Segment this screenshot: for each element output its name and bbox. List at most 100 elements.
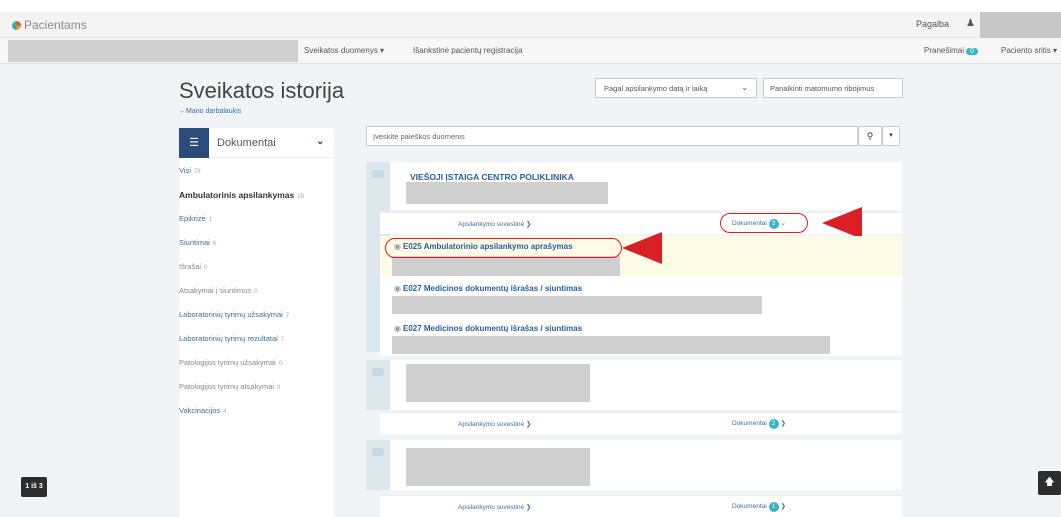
app-name: Pacientams (24, 18, 87, 32)
page-title: Sveikatos istorija (179, 78, 345, 103)
sidebar-item-extracts[interactable]: Išrašai 0 (179, 262, 207, 271)
chevron-down-icon: ⌄ (741, 83, 748, 92)
annotation-ellipse (385, 238, 622, 258)
search-input[interactable]: Įveskite paieškos duomenis (366, 126, 858, 146)
nav-redacted-area (8, 40, 298, 62)
top-bar: Pacientams Pagalba ♟ (0, 12, 1061, 38)
sidebar-item-lab-orders[interactable]: Laboratorinių tyrimų užsakymai 7 (179, 310, 289, 319)
documents-label: Dokumentai (732, 420, 767, 427)
sidebar-item-label: Laboratorinių tyrimų užsakymai (179, 310, 283, 319)
sidebar-item-all[interactable]: Visi 78 (179, 166, 201, 175)
eye-icon: ◉ (394, 284, 401, 293)
document-title-text: E027 Medicinos dokumentų išrašas / siunt… (402, 324, 583, 333)
arrow-up-icon[interactable]: 🡅 (1038, 471, 1061, 495)
sidebar-item-label: Atsakymai į siuntimus (179, 286, 252, 295)
main-nav: Sveikatos duomenys ▾ Išankstinė pacientų… (0, 38, 1061, 64)
annotation-ellipse (720, 213, 808, 233)
visit-organization: VIEŠOJI ĮSTAIGA CENTRO POLIKLINIKA (410, 172, 574, 182)
annotation-arrow (822, 207, 862, 239)
user-icon[interactable]: ♟ (966, 18, 975, 29)
document-title-text: E027 Medicinos dokumentų išrašas / siunt… (402, 284, 583, 293)
sidebar-item-label: Epikrizė (179, 214, 206, 223)
documents-label: Dokumentai (732, 503, 767, 510)
visit-date-strip (366, 440, 390, 490)
redacted-block (392, 296, 762, 314)
sidebar-item-label: Patologijos tyrimų užsakymai (179, 358, 276, 367)
sidebar-item-count: 7 (285, 313, 290, 319)
redacted-block (406, 364, 590, 402)
sidebar-item-count: 7 (280, 337, 285, 343)
nav-health-data[interactable]: Sveikatos duomenys ▾ (304, 46, 384, 55)
sidebar-title: Dokumentai (217, 137, 276, 149)
sidebar-item-replies[interactable]: Atsakymai į siuntimus 0 (179, 286, 257, 295)
sidebar-item-label: Visi (179, 166, 191, 175)
sidebar-item-count: 0 (204, 265, 208, 271)
help-link[interactable]: Pagalba (916, 19, 949, 29)
sidebar-item-label: Laboratorinių tyrimų rezultatai (179, 334, 278, 343)
sidebar-item-label: Siuntimai (179, 238, 210, 247)
sidebar-item-label: Ambulatorinis apsilankymas (179, 190, 295, 200)
sidebar-item-count: 0 (278, 361, 283, 367)
sidebar-item-label: Vakcinacijos (179, 406, 221, 415)
user-name-redacted (980, 12, 1061, 38)
reset-visibility-button[interactable]: Panaikinti matomumo ribojimus (763, 78, 903, 98)
sidebar-item-count: 0 (277, 385, 281, 391)
search-options-dropdown[interactable]: ▾ (882, 126, 900, 146)
visit-card-header (390, 440, 902, 490)
annotation-arrow (622, 232, 662, 264)
messages-badge: 0 (966, 48, 978, 55)
sidebar-item-pathology-orders[interactable]: Patologijos tyrimų užsakymai 0 (179, 358, 282, 367)
sidebar-item-epicrisis[interactable]: Epikrizė 1 (179, 214, 212, 223)
document-row[interactable]: ◉ E027 Medicinos dokumentų išrašas / siun… (380, 316, 902, 356)
sidebar-header[interactable]: ☰ Dokumentai ⌄ (179, 128, 334, 158)
redacted-block (406, 182, 608, 204)
visit-documents-toggle[interactable]: Dokumentai 1 ❯ (732, 502, 786, 512)
visit-summary-link[interactable]: Apsilankymo suvestinė ❯ (458, 220, 531, 228)
sidebar-item-label: Išrašai (179, 262, 202, 271)
main-content: Sveikatos istorija ←Mano darbalaukis Pag… (0, 64, 1061, 517)
sort-select[interactable]: Pagal apsilankymo datą ir laiką ⌄ (595, 78, 757, 98)
redacted-block (406, 448, 590, 486)
eye-icon: ◉ (394, 324, 401, 333)
sidebar-item-count: 6 (212, 241, 217, 247)
chevron-down-icon[interactable]: ⌄ (316, 136, 324, 147)
logo-icon (12, 21, 21, 30)
sidebar-item-label: Patologijos tyrimų atsakymai (179, 382, 275, 391)
search-icon[interactable]: ⚲ (858, 126, 882, 146)
visit-summary-link[interactable]: Apsilankymo suvestinė ❯ (458, 420, 531, 428)
page-indicator: 1 iš 3 (21, 477, 47, 497)
visit-summary-link[interactable]: Apsilankymo suvestinė ❯ (458, 503, 531, 511)
sidebar-item-vaccinations[interactable]: Vakcinacijos 4 (179, 406, 226, 415)
visit-documents-toggle[interactable]: Dokumentai 2 ❯ (732, 419, 786, 429)
visit-card-footer: Apsilankymo suvestinė ❯ Dokumentai 2 ❯ (380, 412, 902, 434)
chevron-right-icon: ❯ (780, 503, 786, 510)
list-icon: ☰ (179, 128, 209, 158)
visit-date-strip (366, 360, 390, 410)
app-logo[interactable]: Pacientams (12, 18, 87, 32)
sort-select-value: Pagal apsilankymo datą ir laiką (604, 84, 708, 93)
redacted-block (392, 336, 830, 354)
visit-card-header (390, 360, 902, 410)
document-row[interactable]: ◉ E027 Medicinos dokumentų išrašas / siun… (380, 276, 902, 316)
documents-sidebar: ☰ Dokumentai ⌄ Visi 78 Ambulatorinis apsi… (179, 128, 334, 517)
nav-registration[interactable]: Išankstinė pacientų registracija (413, 46, 522, 55)
chevron-right-icon: ❯ (780, 420, 786, 427)
sidebar-item-count: 1 (208, 217, 213, 223)
sidebar-item-pathology-replies[interactable]: Patologijos tyrimų atsakymai 0 (179, 382, 280, 391)
nav-messages-label: Pranešimai (924, 46, 965, 55)
documents-count-badge: 2 (768, 419, 779, 429)
document-title[interactable]: ◉ E027 Medicinos dokumentų išrašas / siun… (394, 324, 582, 333)
document-title[interactable]: ◉ E027 Medicinos dokumentų išrašas / siun… (394, 284, 582, 293)
redacted-block (392, 256, 620, 276)
documents-count-badge: 1 (768, 502, 779, 512)
sidebar-item-ambulatory[interactable]: Ambulatorinis apsilankymas 29 (179, 190, 304, 200)
sidebar-item-count: 29 (297, 194, 304, 200)
nav-patient-area[interactable]: Paciento sritis ▾ (1001, 46, 1057, 55)
back-link[interactable]: ←Mano darbalaukis (179, 108, 241, 115)
sidebar-item-referrals[interactable]: Siuntimai 6 (179, 238, 216, 247)
sidebar-item-count: 78 (193, 169, 201, 175)
visit-card-header: VIEŠOJI ĮSTAIGA CENTRO POLIKLINIKA (390, 162, 902, 210)
nav-messages[interactable]: Pranešimai 0 (924, 46, 978, 55)
visit-card-footer: Apsilankymo suvestinė ❯ Dokumentai 1 ❯ (380, 495, 902, 517)
sidebar-item-lab-results[interactable]: Laboratorinių tyrimų rezultatai 7 (179, 334, 284, 343)
